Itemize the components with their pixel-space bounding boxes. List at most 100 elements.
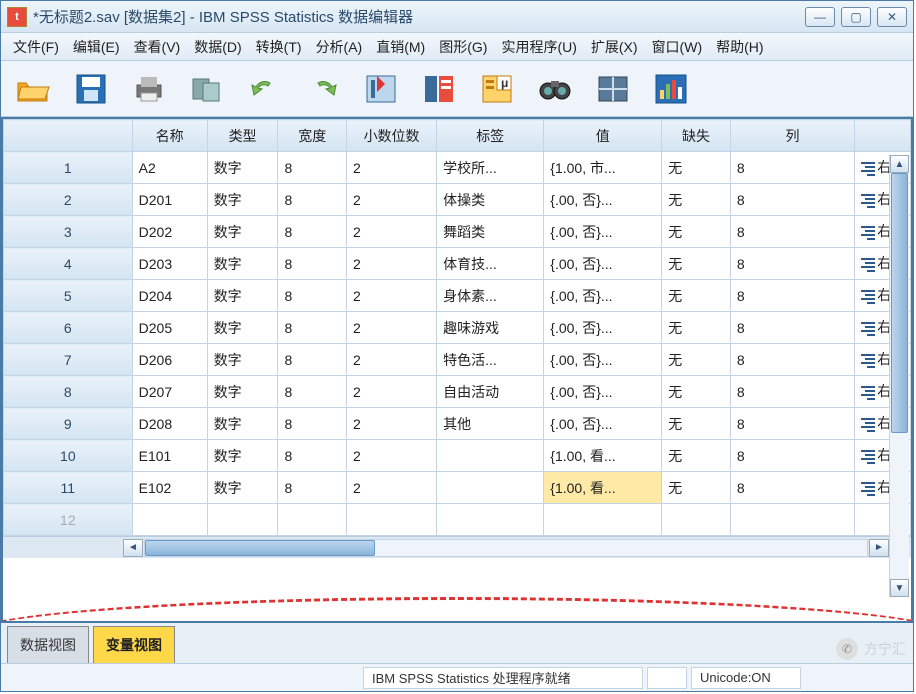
cell-label[interactable]: 学校所... <box>437 152 544 184</box>
menu-file[interactable]: 文件(F) <box>7 34 65 60</box>
corner-header[interactable] <box>4 120 133 152</box>
cell-columns[interactable]: 8 <box>730 312 854 344</box>
cell-missing[interactable]: 无 <box>662 280 731 312</box>
cell-missing[interactable]: 无 <box>662 152 731 184</box>
cell-label[interactable]: 体育技... <box>437 248 544 280</box>
cell-decimals[interactable]: 2 <box>347 184 437 216</box>
cell-width[interactable]: 8 <box>278 216 347 248</box>
cell-type[interactable]: 数字 <box>207 472 278 504</box>
cell-missing[interactable]: 无 <box>662 376 731 408</box>
cell-columns[interactable]: 8 <box>730 472 854 504</box>
cell-type[interactable]: 数字 <box>207 216 278 248</box>
cell-label[interactable]: 其他 <box>437 408 544 440</box>
cell-type[interactable]: 数字 <box>207 344 278 376</box>
cell-decimals[interactable]: 2 <box>347 344 437 376</box>
cell-width[interactable]: 8 <box>278 312 347 344</box>
cell-label[interactable] <box>437 472 544 504</box>
redo-button[interactable] <box>301 67 345 111</box>
hscroll-thumb[interactable] <box>145 540 375 556</box>
row-header[interactable]: 12 <box>4 504 133 536</box>
col-header-values[interactable]: 值 <box>544 120 662 152</box>
close-button[interactable]: ✕ <box>877 7 907 27</box>
cell-missing[interactable]: 无 <box>662 472 731 504</box>
cell-decimals[interactable]: 2 <box>347 216 437 248</box>
cell-columns[interactable]: 8 <box>730 376 854 408</box>
cell-decimals[interactable]: 2 <box>347 248 437 280</box>
menu-extensions[interactable]: 扩展(X) <box>585 34 644 60</box>
col-header-type[interactable]: 类型 <box>207 120 278 152</box>
cell-label[interactable]: 自由活动 <box>437 376 544 408</box>
menu-edit[interactable]: 编辑(E) <box>67 34 126 60</box>
row-header[interactable]: 1 <box>4 152 133 184</box>
row-header[interactable]: 6 <box>4 312 133 344</box>
cell-missing[interactable]: 无 <box>662 216 731 248</box>
cell-columns[interactable]: 8 <box>730 280 854 312</box>
menu-transform[interactable]: 转换(T) <box>250 34 308 60</box>
menu-window[interactable]: 窗口(W) <box>646 34 709 60</box>
cell-type[interactable]: 数字 <box>207 280 278 312</box>
col-header-decimals[interactable]: 小数位数 <box>347 120 437 152</box>
col-header-width[interactable]: 宽度 <box>278 120 347 152</box>
cell-values[interactable]: {.00, 否}... <box>544 312 662 344</box>
menu-graphs[interactable]: 图形(G) <box>433 34 493 60</box>
cell-columns[interactable]: 8 <box>730 152 854 184</box>
table-row[interactable]: 6D205数字82趣味游戏{.00, 否}...无8右 <box>4 312 911 344</box>
table-row[interactable]: 2D201数字82体操类{.00, 否}...无8右 <box>4 184 911 216</box>
cell-width[interactable]: 8 <box>278 248 347 280</box>
cell-label[interactable]: 趣味游戏 <box>437 312 544 344</box>
cell-name[interactable]: D204 <box>132 280 207 312</box>
cell-type[interactable]: 数字 <box>207 184 278 216</box>
cell-label[interactable]: 舞蹈类 <box>437 216 544 248</box>
cell-width[interactable]: 8 <box>278 472 347 504</box>
cell-values[interactable]: {.00, 否}... <box>544 184 662 216</box>
find-button[interactable] <box>533 67 577 111</box>
table-row[interactable]: 8D207数字82自由活动{.00, 否}...无8右 <box>4 376 911 408</box>
cell-missing[interactable]: 无 <box>662 440 731 472</box>
col-header-columns[interactable]: 列 <box>730 120 854 152</box>
select-cases-button[interactable] <box>649 67 693 111</box>
print-button[interactable] <box>127 67 171 111</box>
cell-columns[interactable]: 8 <box>730 344 854 376</box>
maximize-button[interactable]: ▢ <box>841 7 871 27</box>
row-header[interactable]: 8 <box>4 376 133 408</box>
goto-case-button[interactable] <box>359 67 403 111</box>
cell-values[interactable]: {.00, 否}... <box>544 248 662 280</box>
col-header-missing[interactable]: 缺失 <box>662 120 731 152</box>
menu-direct[interactable]: 直销(M) <box>370 34 431 60</box>
value-labels-button[interactable]: μ <box>475 67 519 111</box>
cell-label[interactable]: 身体素... <box>437 280 544 312</box>
cell-values[interactable]: {1.00, 看... <box>544 472 662 504</box>
cell-name[interactable]: D202 <box>132 216 207 248</box>
cell-columns[interactable]: 8 <box>730 408 854 440</box>
row-header[interactable]: 10 <box>4 440 133 472</box>
row-header[interactable]: 2 <box>4 184 133 216</box>
table-row[interactable]: 5D204数字82身体素...{.00, 否}...无8右 <box>4 280 911 312</box>
cell-name[interactable]: D203 <box>132 248 207 280</box>
cell-label[interactable]: 体操类 <box>437 184 544 216</box>
menu-analyze[interactable]: 分析(A) <box>310 34 369 60</box>
cell-width[interactable]: 8 <box>278 280 347 312</box>
table-row-empty[interactable]: 12 <box>4 504 911 536</box>
cell-missing[interactable]: 无 <box>662 312 731 344</box>
table-row[interactable]: 7D206数字82特色活...{.00, 否}...无8右 <box>4 344 911 376</box>
cell-width[interactable]: 8 <box>278 376 347 408</box>
table-row[interactable]: 4D203数字82体育技...{.00, 否}...无8右 <box>4 248 911 280</box>
cell-width[interactable]: 8 <box>278 344 347 376</box>
cell-values[interactable]: {.00, 否}... <box>544 280 662 312</box>
tab-variable-view[interactable]: 变量视图 <box>93 626 175 663</box>
scroll-right-icon[interactable]: ► <box>869 539 889 557</box>
row-header[interactable]: 7 <box>4 344 133 376</box>
cell-columns[interactable]: 8 <box>730 440 854 472</box>
cell-missing[interactable]: 无 <box>662 408 731 440</box>
cell-columns[interactable]: 8 <box>730 216 854 248</box>
variable-table[interactable]: 名称 类型 宽度 小数位数 标签 值 缺失 列 1A2数字82学校所...{1.… <box>3 119 911 536</box>
cell-values[interactable]: {.00, 否}... <box>544 216 662 248</box>
minimize-button[interactable]: — <box>805 7 835 27</box>
menu-help[interactable]: 帮助(H) <box>710 34 769 60</box>
cell-decimals[interactable]: 2 <box>347 440 437 472</box>
cell-name[interactable]: D208 <box>132 408 207 440</box>
scroll-up-icon[interactable]: ▲ <box>890 155 909 173</box>
cell-type[interactable]: 数字 <box>207 408 278 440</box>
cell-type[interactable]: 数字 <box>207 376 278 408</box>
variables-button[interactable] <box>417 67 461 111</box>
